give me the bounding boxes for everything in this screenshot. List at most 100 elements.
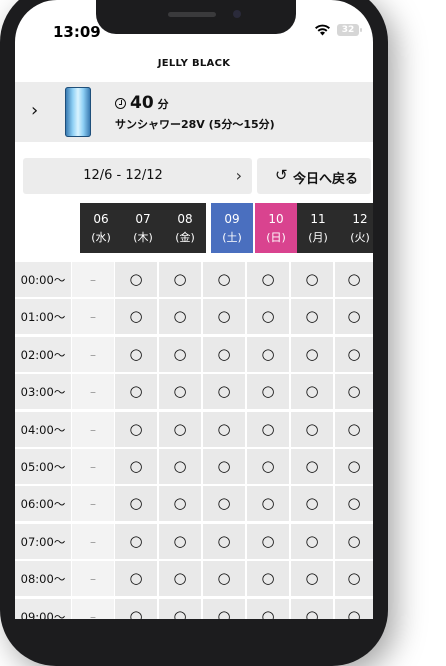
available-slot[interactable]: ○ bbox=[159, 486, 201, 522]
day-weekday: (水) bbox=[91, 231, 111, 244]
available-slot[interactable]: ○ bbox=[203, 336, 245, 372]
available-slot[interactable]: ○ bbox=[335, 561, 373, 597]
machine-name: サンシャワー28V (5分〜15分) bbox=[115, 118, 275, 131]
status-time: 13:09 bbox=[53, 23, 101, 41]
available-slot[interactable]: ○ bbox=[247, 299, 289, 335]
available-slot[interactable]: ○ bbox=[159, 262, 201, 297]
available-slot[interactable]: ○ bbox=[335, 336, 373, 372]
available-slot[interactable]: ○ bbox=[115, 374, 157, 410]
chevron-right-icon: › bbox=[235, 166, 242, 185]
available-slot[interactable]: ○ bbox=[335, 411, 373, 447]
available-slot[interactable]: ○ bbox=[247, 411, 289, 447]
available-slot[interactable]: ○ bbox=[335, 486, 373, 522]
available-slot[interactable]: ○ bbox=[159, 598, 201, 619]
available-slot[interactable]: ○ bbox=[247, 598, 289, 619]
table-row: 09:00〜 – ○ ○ ○ ○ ○ ○ bbox=[15, 598, 373, 619]
time-label: 08:00〜 bbox=[15, 561, 71, 597]
available-slot[interactable]: ○ bbox=[335, 299, 373, 335]
available-slot[interactable]: ○ bbox=[203, 411, 245, 447]
phone-screen: 13:09 32 JELLY BLACK › 40 分 サンシャワー28V (5… bbox=[15, 0, 373, 619]
available-slot[interactable]: ○ bbox=[115, 598, 157, 619]
machine-info[interactable]: › 40 分 サンシャワー28V (5分〜15分) bbox=[15, 82, 373, 142]
available-slot[interactable]: ○ bbox=[247, 523, 289, 559]
available-slot[interactable]: ○ bbox=[291, 561, 333, 597]
time-label: 00:00〜 bbox=[15, 262, 71, 297]
available-slot[interactable]: ○ bbox=[159, 411, 201, 447]
status-icons: 32 bbox=[314, 24, 362, 36]
available-slot[interactable]: ○ bbox=[115, 449, 157, 484]
available-slot[interactable]: ○ bbox=[203, 486, 245, 522]
available-slot[interactable]: ○ bbox=[291, 262, 333, 297]
available-slot[interactable]: ○ bbox=[159, 336, 201, 372]
available-slot[interactable]: ○ bbox=[291, 299, 333, 335]
week-range-button[interactable]: 12/6 - 12/12 › bbox=[23, 158, 252, 194]
table-row: 00:00〜 – ○ ○ ○ ○ ○ ○ bbox=[15, 262, 373, 299]
available-slot[interactable]: ○ bbox=[159, 561, 201, 597]
available-slot[interactable]: ○ bbox=[291, 449, 333, 484]
time-label: 04:00〜 bbox=[15, 411, 71, 447]
time-label: 02:00〜 bbox=[15, 336, 71, 372]
day-date: 12 bbox=[352, 212, 368, 226]
day-header-07: 07 (木) bbox=[122, 203, 164, 253]
available-slot[interactable]: ○ bbox=[159, 374, 201, 410]
day-header-11: 11 (月) bbox=[297, 203, 339, 253]
table-row: 01:00〜 – ○ ○ ○ ○ ○ ○ bbox=[15, 299, 373, 336]
time-label: 05:00〜 bbox=[15, 449, 71, 484]
available-slot[interactable]: ○ bbox=[203, 299, 245, 335]
back-to-today-button[interactable]: ↺ 今日へ戻る bbox=[257, 158, 371, 194]
speaker bbox=[168, 12, 216, 17]
unavailable-slot: – bbox=[72, 411, 114, 447]
available-slot[interactable]: ○ bbox=[247, 336, 289, 372]
day-date: 06 bbox=[93, 212, 109, 226]
available-slot[interactable]: ○ bbox=[335, 449, 373, 484]
available-slot[interactable]: ○ bbox=[159, 523, 201, 559]
available-slot[interactable]: ○ bbox=[115, 262, 157, 297]
day-header-06: 06 (水) bbox=[80, 203, 122, 253]
available-slot[interactable]: ○ bbox=[115, 523, 157, 559]
available-slot[interactable]: ○ bbox=[291, 411, 333, 447]
available-slot[interactable]: ○ bbox=[247, 262, 289, 297]
available-slot[interactable]: ○ bbox=[159, 449, 201, 484]
unavailable-slot: – bbox=[72, 598, 114, 619]
available-slot[interactable]: ○ bbox=[115, 411, 157, 447]
day-weekday: (土) bbox=[222, 231, 242, 244]
available-slot[interactable]: ○ bbox=[291, 374, 333, 410]
available-slot[interactable]: ○ bbox=[291, 523, 333, 559]
available-slot[interactable]: ○ bbox=[115, 299, 157, 335]
day-date: 11 bbox=[310, 212, 326, 226]
available-slot[interactable]: ○ bbox=[335, 374, 373, 410]
available-slot[interactable]: ○ bbox=[203, 561, 245, 597]
chevron-right-icon[interactable]: › bbox=[31, 100, 38, 121]
undo-icon: ↺ bbox=[275, 166, 288, 184]
available-slot[interactable]: ○ bbox=[335, 262, 373, 297]
unavailable-slot: – bbox=[72, 336, 114, 372]
time-label: 01:00〜 bbox=[15, 299, 71, 335]
available-slot[interactable]: ○ bbox=[159, 299, 201, 335]
available-slot[interactable]: ○ bbox=[203, 262, 245, 297]
available-slot[interactable]: ○ bbox=[291, 598, 333, 619]
available-slot[interactable]: ○ bbox=[115, 486, 157, 522]
battery-icon: 32 bbox=[337, 24, 362, 36]
table-row: 06:00〜 – ○ ○ ○ ○ ○ ○ bbox=[15, 486, 373, 523]
day-weekday: (木) bbox=[133, 231, 153, 244]
day-weekday: (日) bbox=[266, 231, 286, 244]
available-slot[interactable]: ○ bbox=[291, 336, 333, 372]
available-slot[interactable]: ○ bbox=[335, 598, 373, 619]
available-slot[interactable]: ○ bbox=[115, 561, 157, 597]
time-label: 06:00〜 bbox=[15, 486, 71, 522]
time-label: 09:00〜 bbox=[15, 598, 71, 619]
available-slot[interactable]: ○ bbox=[291, 486, 333, 522]
day-date: 09 bbox=[224, 212, 240, 226]
available-slot[interactable]: ○ bbox=[203, 598, 245, 619]
available-slot[interactable]: ○ bbox=[247, 374, 289, 410]
available-slot[interactable]: ○ bbox=[203, 523, 245, 559]
unavailable-slot: – bbox=[72, 262, 114, 297]
available-slot[interactable]: ○ bbox=[247, 486, 289, 522]
available-slot[interactable]: ○ bbox=[115, 336, 157, 372]
available-slot[interactable]: ○ bbox=[247, 561, 289, 597]
page-title: JELLY BLACK bbox=[157, 58, 231, 69]
available-slot[interactable]: ○ bbox=[203, 374, 245, 410]
available-slot[interactable]: ○ bbox=[247, 449, 289, 484]
available-slot[interactable]: ○ bbox=[203, 449, 245, 484]
available-slot[interactable]: ○ bbox=[335, 523, 373, 559]
